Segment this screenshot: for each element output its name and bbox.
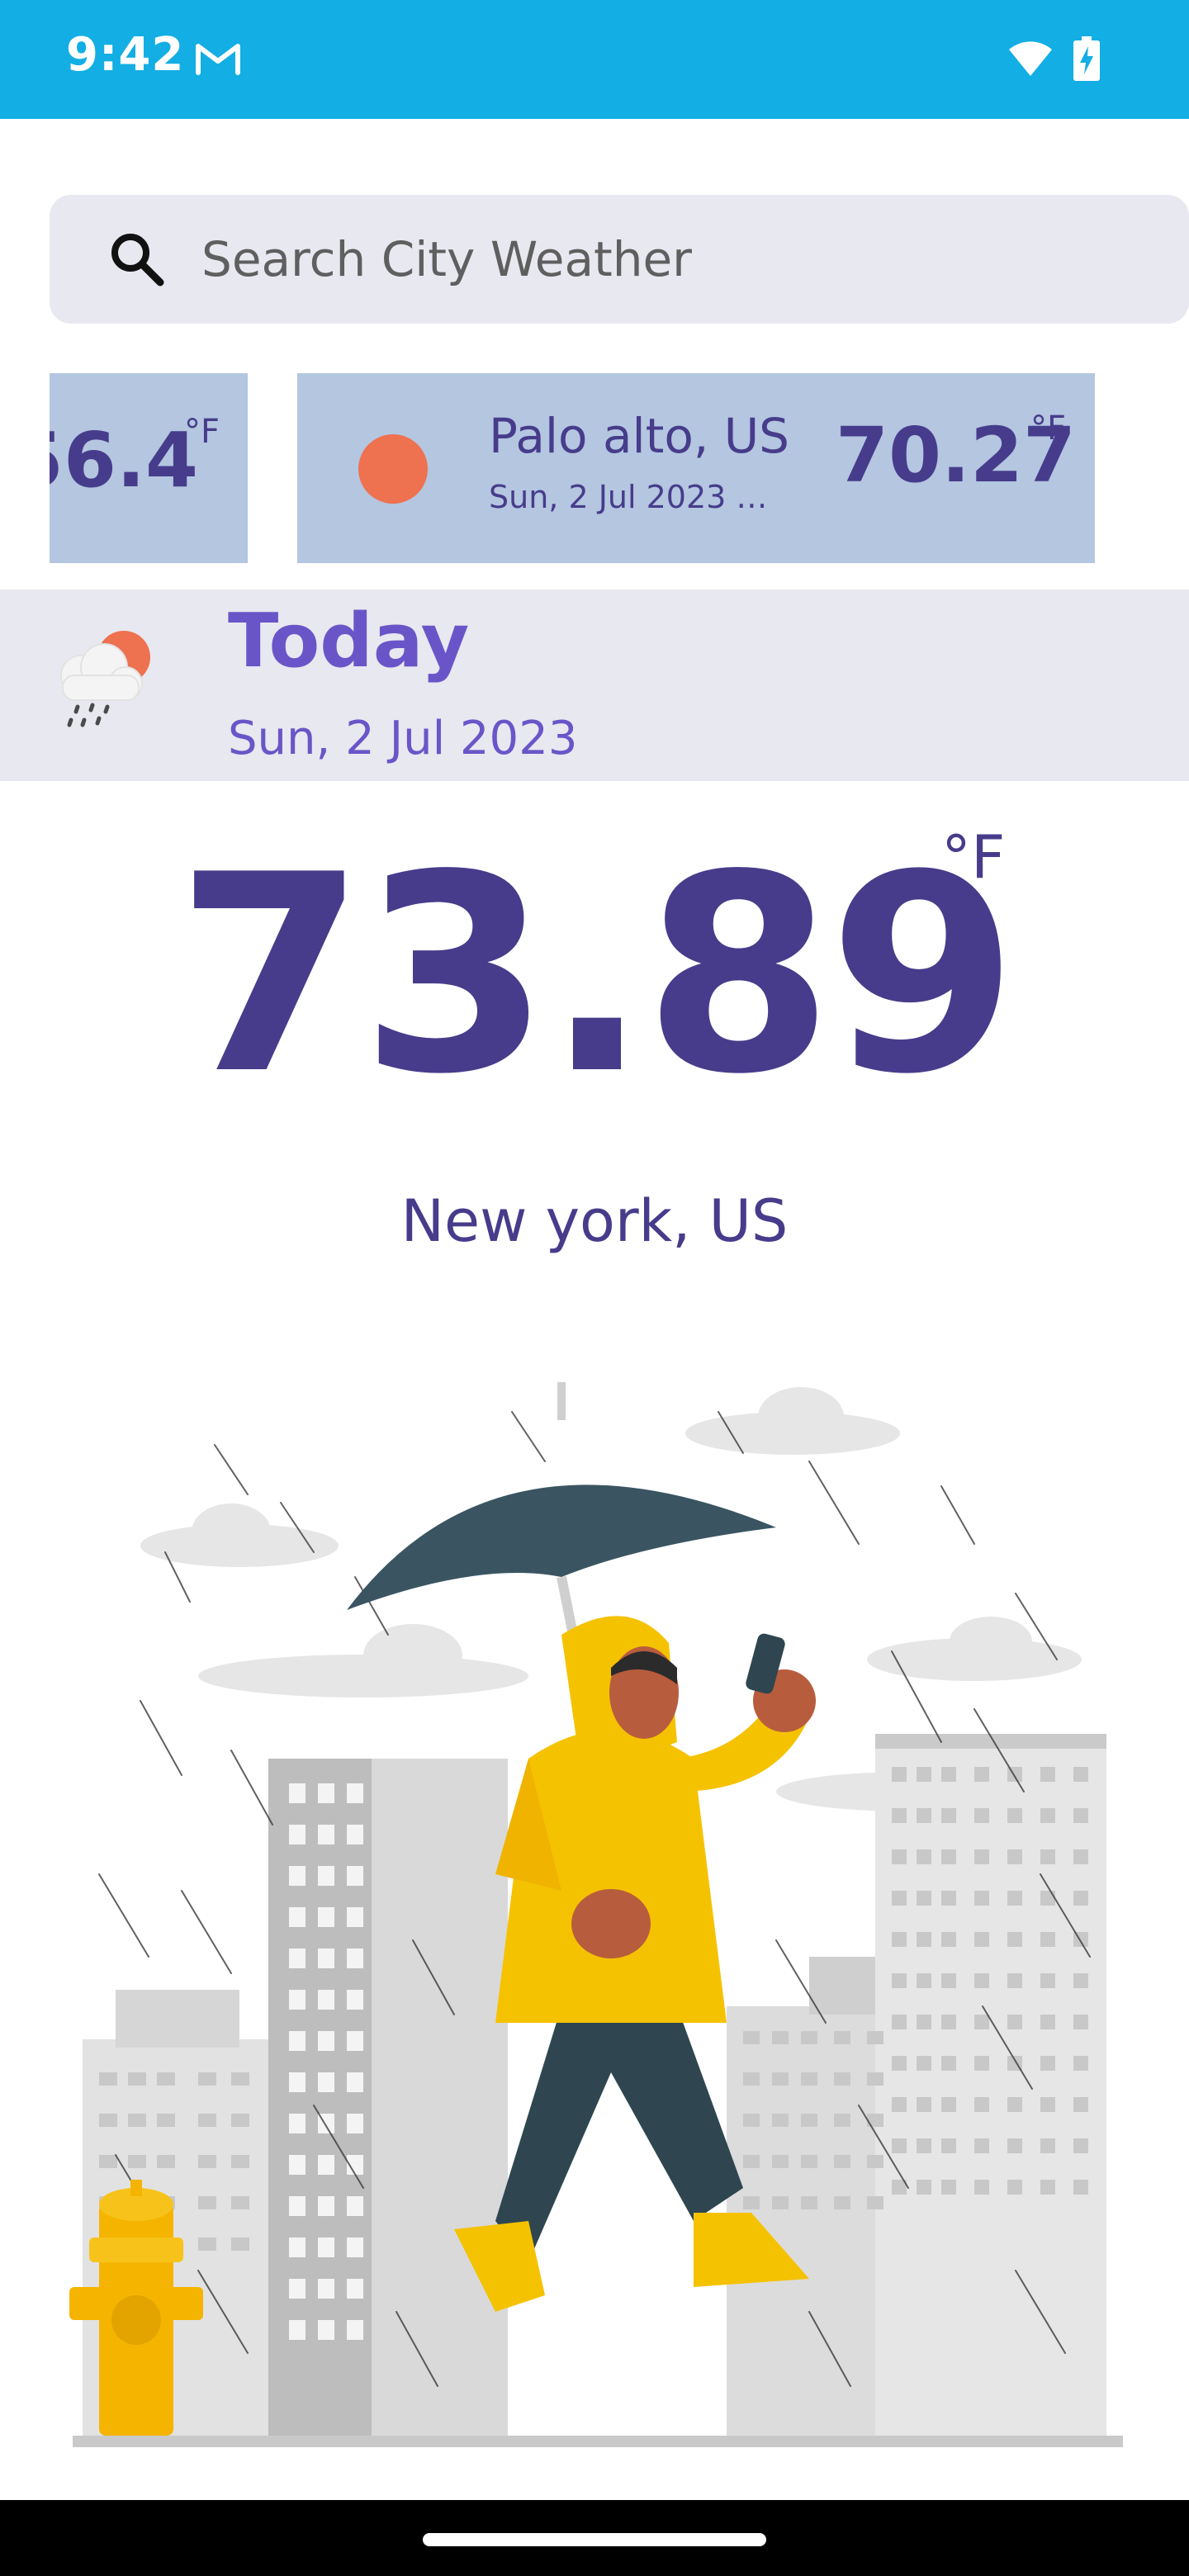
current-temperature-unit: °F <box>941 822 1006 892</box>
rain-umbrella-illustration <box>69 1382 1123 2447</box>
city-card-2[interactable]: Palo alto, US Sun, 2 Jul 2023 21... 70.2… <box>297 373 1095 563</box>
city-card-1[interactable]: 56.4 °F <box>50 373 248 563</box>
city-card-unit: °F <box>1030 410 1067 447</box>
today-banner <box>0 590 1189 781</box>
sun-icon <box>358 434 428 504</box>
city-card-temp: 56.4 <box>50 416 198 504</box>
status-bar: 9:42 <box>0 0 1189 119</box>
search-icon[interactable] <box>107 230 167 289</box>
wifi-icon <box>1009 41 1052 76</box>
gmail-icon <box>196 44 240 75</box>
search-input[interactable] <box>201 221 1110 297</box>
home-gesture-handle[interactable] <box>423 2533 766 2546</box>
status-time: 9:42 <box>66 28 185 82</box>
today-date: Sun, 2 Jul 2023 <box>228 712 578 765</box>
current-temperature: 73.89 <box>176 817 1018 1134</box>
city-card-date: Sun, 2 Jul 2023 21... <box>489 479 786 515</box>
weather-screen: 9:42 56.4 °F Palo alto, US Sun, 2 Jul 20… <box>0 0 1189 2576</box>
city-card-name: Palo alto, US <box>489 408 789 464</box>
battery-charging-icon <box>1073 36 1100 81</box>
today-label: Today <box>228 598 470 684</box>
current-city: New york, US <box>400 1187 789 1255</box>
cloud-rain-sun-icon <box>60 631 150 727</box>
city-card-unit: °F <box>183 413 220 451</box>
